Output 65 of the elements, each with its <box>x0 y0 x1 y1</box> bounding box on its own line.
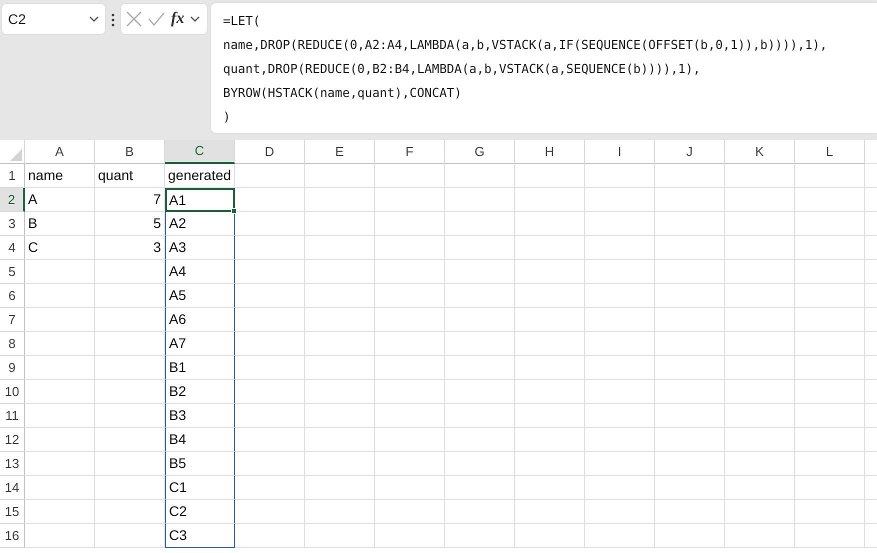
more-options-icon[interactable] <box>111 13 115 27</box>
table-cell[interactable]: B1 <box>165 356 235 380</box>
column-header[interactable]: E <box>305 140 375 164</box>
formula-line: BYROW(HSTACK(name,quant),CONCAT) <box>223 84 463 102</box>
column-header[interactable]: A <box>25 140 95 164</box>
table-cell[interactable]: B2 <box>165 380 235 404</box>
row-header[interactable]: 10 <box>0 380 25 404</box>
name-box[interactable]: C2 <box>2 4 105 34</box>
table-cell[interactable]: B <box>25 212 95 236</box>
active-cell[interactable]: A1 <box>165 188 235 212</box>
row-header[interactable]: 11 <box>0 404 25 428</box>
column-header[interactable]: F <box>375 140 445 164</box>
table-cell[interactable]: C1 <box>165 476 235 500</box>
table-cell[interactable]: A7 <box>165 332 235 356</box>
column-header[interactable]: H <box>515 140 585 164</box>
column-header[interactable]: K <box>725 140 795 164</box>
row-header[interactable]: 6 <box>0 284 25 308</box>
table-cell[interactable]: C3 <box>165 524 235 548</box>
row-header[interactable]: 9 <box>0 356 25 380</box>
row-header[interactable]: 13 <box>0 452 25 476</box>
table-cell[interactable]: A <box>25 188 95 212</box>
formula-line: ) <box>223 108 232 126</box>
table-cell[interactable]: A3 <box>165 236 235 260</box>
fill-handle[interactable] <box>231 208 237 214</box>
table-cell[interactable]: B4 <box>165 428 235 452</box>
column-header[interactable]: C <box>165 140 235 164</box>
table-cell[interactable]: quant <box>95 164 165 188</box>
row-header[interactable]: 15 <box>0 500 25 524</box>
table-cell[interactable]: A6 <box>165 308 235 332</box>
insert-function-button[interactable]: fx <box>171 7 184 31</box>
chevron-down-icon[interactable] <box>190 16 200 22</box>
table-cell[interactable]: C <box>25 236 95 260</box>
table-cell[interactable]: A5 <box>165 284 235 308</box>
check-icon[interactable] <box>148 11 165 27</box>
table-cell[interactable]: name <box>25 164 95 188</box>
cell-reference: C2 <box>8 10 26 28</box>
formula-line: =LET( <box>223 12 262 30</box>
chevron-down-icon[interactable] <box>89 16 99 22</box>
row-header[interactable]: 2 <box>0 188 25 212</box>
row-header[interactable]: 12 <box>0 428 25 452</box>
column-header[interactable]: G <box>445 140 515 164</box>
row-header[interactable]: 5 <box>0 260 25 284</box>
row-header[interactable]: 8 <box>0 332 25 356</box>
row-header[interactable]: 4 <box>0 236 25 260</box>
row-header[interactable]: 3 <box>0 212 25 236</box>
table-cell[interactable]: generated <box>165 164 235 188</box>
column-header[interactable]: D <box>235 140 305 164</box>
column-header[interactable]: B <box>95 140 165 164</box>
column-header[interactable]: J <box>655 140 725 164</box>
row-header[interactable]: 16 <box>0 524 25 548</box>
formula-line: quant,DROP(REDUCE(0,B2:B4,LAMBDA(a,b,VSTACK(a,SEQUENCE(b)))),1), <box>223 60 702 78</box>
table-cell[interactable]: 3 <box>95 236 165 260</box>
table-cell[interactable]: 5 <box>95 212 165 236</box>
row-header[interactable]: 14 <box>0 476 25 500</box>
formula-line: name,DROP(REDUCE(0,A2:A4,LAMBDA(a,b,VSTACK(a,IF(SEQUENCE(OFFSET(b,0,1)),b)))),1), <box>223 36 828 54</box>
table-cell[interactable]: B5 <box>165 452 235 476</box>
table-cell[interactable]: A4 <box>165 260 235 284</box>
table-cell[interactable]: A2 <box>165 212 235 236</box>
formula-field[interactable]: =LET( name,DROP(REDUCE(0,A2:A4,LAMBDA(a,b,VSTACK(a,IF(SEQUENCE(OFFSET(b,0,1)),b)))),1), quant,DROP(REDUCE(0,B2:B4,LAMBDA(a,b,VSTACK(a,SEQUENCE(b)))),1), BYROW(HSTACK(name,quant),CONCAT) ) <box>211 3 877 133</box>
table-cell[interactable]: 7 <box>95 188 165 212</box>
table-cell[interactable]: C2 <box>165 500 235 524</box>
table-cell[interactable]: B3 <box>165 404 235 428</box>
row-header[interactable]: 7 <box>0 308 25 332</box>
column-header[interactable]: I <box>585 140 655 164</box>
column-header[interactable]: L <box>795 140 865 164</box>
